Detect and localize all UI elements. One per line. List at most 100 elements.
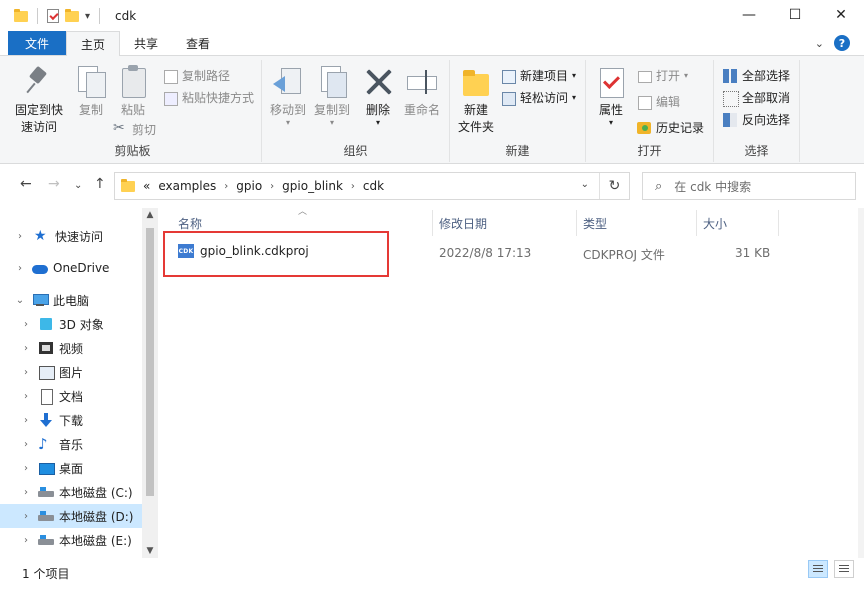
cut-button[interactable]: 剪切 bbox=[112, 120, 156, 138]
maximize-button[interactable]: ☐ bbox=[772, 0, 818, 30]
minimize-button[interactable]: — bbox=[726, 0, 772, 30]
column-header-type[interactable]: 类型 bbox=[583, 210, 607, 236]
expand-chevron-icon[interactable]: › bbox=[20, 487, 32, 498]
expand-chevron-icon[interactable]: › bbox=[20, 367, 32, 378]
help-icon[interactable]: ? bbox=[834, 35, 850, 51]
forward-arrow-icon[interactable]: → bbox=[48, 176, 60, 192]
expand-chevron-icon[interactable]: › bbox=[20, 439, 32, 450]
large-icons-view-icon[interactable] bbox=[834, 560, 854, 578]
search-box[interactable]: ⌕ 在 cdk 中搜索 bbox=[642, 172, 856, 200]
close-button[interactable]: ✕ bbox=[818, 0, 864, 30]
column-header-modified[interactable]: 修改日期 bbox=[439, 210, 487, 236]
customize-dropdown-icon[interactable]: ▾ bbox=[85, 11, 90, 22]
breadcrumb-examples[interactable]: examples bbox=[158, 179, 216, 193]
nav-item-videos[interactable]: › 视频 bbox=[0, 336, 142, 360]
recent-locations-chevron-icon[interactable]: ⌄ bbox=[74, 180, 82, 191]
expand-chevron-icon[interactable]: › bbox=[20, 343, 32, 354]
expand-chevron-icon[interactable]: › bbox=[20, 319, 32, 330]
collapse-chevron-icon[interactable]: ⌄ bbox=[14, 295, 26, 306]
tab-view[interactable]: 查看 bbox=[172, 31, 224, 55]
expand-chevron-icon[interactable]: › bbox=[14, 231, 26, 242]
back-arrow-icon[interactable]: ← bbox=[20, 176, 32, 192]
expand-ribbon-chevron-icon[interactable]: ⌄ bbox=[815, 37, 824, 50]
nav-item-drive-e[interactable]: › 本地磁盘 (E:) bbox=[0, 528, 142, 552]
nav-item-downloads[interactable]: › 下载 bbox=[0, 408, 142, 432]
details-view-icon[interactable] bbox=[808, 560, 828, 578]
copy-button[interactable]: 复制 bbox=[70, 64, 112, 119]
column-divider[interactable] bbox=[576, 210, 577, 236]
address-bar[interactable]: « examples › gpio › gpio_blink › cdk ⌄ ↻ bbox=[114, 172, 630, 200]
copy-path-button[interactable]: 复制路径 bbox=[162, 68, 230, 84]
file-list-scrollbar[interactable] bbox=[858, 208, 864, 558]
expand-chevron-icon[interactable]: › bbox=[20, 391, 32, 402]
nav-label: 视频 bbox=[59, 341, 84, 356]
paste-button[interactable]: 粘贴 bbox=[112, 64, 154, 119]
invert-selection-button[interactable]: 反向选择 bbox=[722, 112, 790, 128]
easy-access-button[interactable]: 轻松访问 ▾ bbox=[500, 90, 576, 106]
address-overflow[interactable]: « bbox=[143, 179, 150, 193]
copy-to-button[interactable]: 复制到 ▾ bbox=[310, 64, 354, 127]
pin-quick-access-button[interactable]: 固定到快 速访问 bbox=[10, 64, 68, 136]
expand-chevron-icon[interactable]: › bbox=[20, 511, 32, 522]
new-item-button[interactable]: 新建项目 ▾ bbox=[500, 68, 576, 84]
properties-check-icon[interactable] bbox=[47, 9, 59, 23]
nav-item-quick-access[interactable]: › ★ 快速访问 bbox=[0, 224, 142, 248]
new-folder-button[interactable]: 新建 文件夹 bbox=[454, 64, 498, 136]
refresh-icon[interactable]: ↻ bbox=[599, 173, 629, 199]
tab-file[interactable]: 文件 bbox=[8, 31, 66, 55]
column-divider[interactable] bbox=[432, 210, 433, 236]
up-arrow-icon[interactable]: ↑ bbox=[94, 176, 106, 192]
breadcrumb-gpio-blink[interactable]: gpio_blink bbox=[282, 179, 343, 193]
breadcrumb-cdk[interactable]: cdk bbox=[363, 179, 384, 193]
rename-button[interactable]: 重命名 bbox=[400, 64, 444, 119]
drive-icon bbox=[38, 532, 54, 548]
document-icon bbox=[38, 388, 54, 405]
nav-item-drive-c[interactable]: › 本地磁盘 (C:) bbox=[0, 480, 142, 504]
new-folder-icon bbox=[459, 64, 493, 100]
computer-icon bbox=[32, 292, 49, 308]
nav-item-documents[interactable]: › 文档 bbox=[0, 384, 142, 408]
delete-button[interactable]: 删除 ▾ bbox=[360, 64, 396, 127]
column-divider[interactable] bbox=[696, 210, 697, 236]
select-all-button[interactable]: 全部选择 bbox=[722, 68, 790, 84]
select-none-label: 全部取消 bbox=[742, 91, 791, 105]
expand-chevron-icon[interactable]: › bbox=[14, 263, 26, 274]
nav-item-onedrive[interactable]: › OneDrive bbox=[0, 256, 142, 280]
new-folder-quick-icon[interactable] bbox=[65, 8, 79, 22]
nav-item-this-pc[interactable]: ⌄ 此电脑 bbox=[0, 288, 142, 312]
nav-item-music[interactable]: › ♪ 音乐 bbox=[0, 432, 142, 456]
breadcrumb-separator-icon[interactable]: › bbox=[270, 181, 274, 192]
tab-share[interactable]: 共享 bbox=[120, 31, 172, 55]
expand-chevron-icon[interactable]: › bbox=[20, 415, 32, 426]
properties-button[interactable]: 属性 ▾ bbox=[592, 64, 630, 127]
tab-home[interactable]: 主页 bbox=[66, 31, 121, 56]
breadcrumb-separator-icon[interactable]: › bbox=[224, 181, 228, 192]
scroll-up-icon[interactable]: ▲ bbox=[142, 210, 158, 220]
address-dropdown-icon[interactable]: ⌄ bbox=[581, 179, 589, 190]
breadcrumb-separator-icon[interactable]: › bbox=[351, 181, 355, 192]
nav-label: 本地磁盘 (D:) bbox=[59, 509, 134, 524]
properties-icon bbox=[594, 64, 628, 100]
expand-chevron-icon[interactable]: › bbox=[20, 463, 32, 474]
move-to-label: 移动到 bbox=[269, 103, 306, 117]
ribbon-tabs: 文件 主页 共享 查看 ⌄ ? bbox=[0, 31, 864, 56]
paste-shortcut-button[interactable]: 粘贴快捷方式 bbox=[162, 90, 254, 106]
expand-chevron-icon[interactable]: › bbox=[20, 535, 32, 546]
nav-item-3d-objects[interactable]: › 3D 对象 bbox=[0, 312, 142, 336]
nav-item-pictures[interactable]: › 图片 bbox=[0, 360, 142, 384]
history-icon bbox=[636, 120, 652, 136]
scroll-down-icon[interactable]: ▼ bbox=[142, 546, 158, 556]
edit-button[interactable]: 编辑 bbox=[636, 94, 680, 110]
nav-item-desktop[interactable]: › 桌面 bbox=[0, 456, 142, 480]
column-divider[interactable] bbox=[778, 210, 779, 236]
breadcrumb-gpio[interactable]: gpio bbox=[236, 179, 262, 193]
new-item-icon bbox=[500, 68, 516, 84]
nav-scrollbar[interactable]: ▲ ▼ bbox=[142, 208, 158, 558]
scroll-thumb[interactable] bbox=[146, 228, 154, 496]
column-header-size[interactable]: 大小 bbox=[703, 210, 727, 236]
nav-item-drive-d[interactable]: › 本地磁盘 (D:) bbox=[0, 504, 142, 528]
open-button[interactable]: 打开 ▾ bbox=[636, 68, 688, 84]
move-to-button[interactable]: 移动到 ▾ bbox=[266, 64, 310, 127]
select-none-button[interactable]: 全部取消 bbox=[722, 90, 791, 107]
history-button[interactable]: 历史记录 bbox=[636, 120, 704, 136]
